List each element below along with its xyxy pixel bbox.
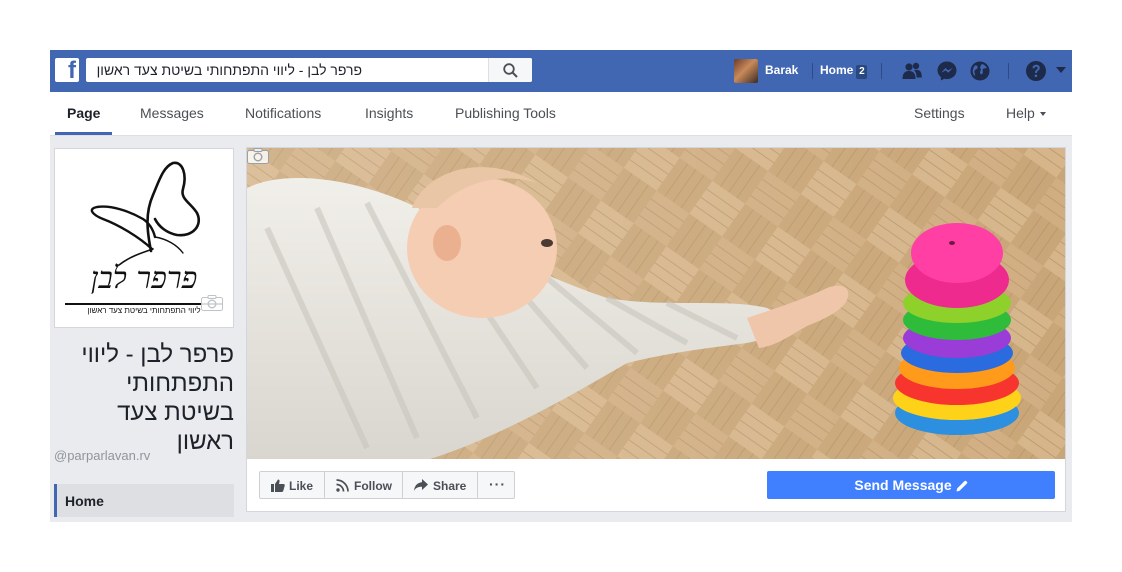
tab-help[interactable]: Help <box>1006 105 1046 121</box>
logo-wordmark: פרפר לבן <box>90 261 198 296</box>
search-icon <box>503 63 518 78</box>
follow-label: Follow <box>354 479 392 493</box>
left-nav-item-label: Home <box>65 493 104 509</box>
user-name[interactable]: Barak <box>765 63 798 77</box>
logo-subtitle: ליווי התפתחותי בשיטת צעד ראשון <box>65 303 223 315</box>
page-admin-tabs: Page Messages Notifications Insights Pub… <box>50 92 1072 136</box>
nav-divider <box>1008 63 1009 79</box>
share-button[interactable]: Share <box>403 472 478 498</box>
home-link[interactable]: Home 2 <box>820 63 868 79</box>
tab-notifications[interactable]: Notifications <box>245 105 321 121</box>
globe-icon[interactable] <box>969 60 991 82</box>
tab-messages[interactable]: Messages <box>140 105 204 121</box>
friends-icon[interactable] <box>901 60 923 82</box>
page-action-bar: Like Follow Share ··· Send Message <box>246 459 1066 512</box>
tab-settings[interactable]: Settings <box>914 105 965 121</box>
share-arrow-icon <box>414 479 428 491</box>
messenger-icon[interactable] <box>936 60 958 82</box>
tab-publishing-tools[interactable]: Publishing Tools <box>455 105 556 121</box>
search-input[interactable] <box>86 58 486 82</box>
like-button[interactable]: Like <box>260 472 325 498</box>
camera-icon[interactable] <box>201 295 223 311</box>
top-navigation-bar: f Barak Home2 <box>50 50 1072 92</box>
cover-photo-image <box>247 148 1065 459</box>
camera-icon[interactable] <box>247 148 269 164</box>
search-bar[interactable] <box>86 58 532 82</box>
nav-divider <box>881 63 882 79</box>
butterfly-logo-icon <box>90 161 200 266</box>
share-label: Share <box>433 479 467 493</box>
help-icon[interactable] <box>1025 60 1047 82</box>
facebook-page-window: f Barak Home2 <box>50 50 1072 522</box>
home-count-badge: 2 <box>856 65 868 79</box>
home-label: Home <box>820 63 854 77</box>
tab-insights[interactable]: Insights <box>365 105 413 121</box>
follow-button[interactable]: Follow <box>325 472 403 498</box>
dropdown-arrow-icon[interactable] <box>1056 67 1066 73</box>
thumbs-up-icon <box>271 479 285 492</box>
more-options-icon: ··· <box>489 476 506 492</box>
send-message-label: Send Message <box>854 477 952 493</box>
page-title: פרפר לבן - ליווי התפתחותי בשיטת צעד ראשו… <box>81 341 234 455</box>
rss-icon <box>336 479 349 492</box>
more-options-button[interactable]: ··· <box>478 472 514 498</box>
nav-divider <box>812 63 813 79</box>
pencil-icon <box>956 481 967 492</box>
tab-help-label: Help <box>1006 105 1035 121</box>
search-button[interactable] <box>488 58 532 82</box>
like-label: Like <box>289 479 314 493</box>
facebook-logo-icon[interactable]: f <box>55 57 79 84</box>
tab-page[interactable]: Page <box>67 105 100 121</box>
profile-logo: פרפר לבן ליווי התפתחותי בשיטת צעד ראשון <box>59 153 229 323</box>
active-tab-indicator <box>55 132 112 135</box>
caret-down-icon <box>1039 112 1046 117</box>
action-button-group: Like Follow Share ··· <box>259 471 515 499</box>
profile-picture[interactable]: פרפר לבן ליווי התפתחותי בשיטת צעד ראשון <box>54 148 234 328</box>
left-nav-item-home[interactable]: Home <box>54 484 234 517</box>
page-username[interactable]: @parparlavan.rv <box>54 448 150 463</box>
cover-photo[interactable] <box>246 147 1066 459</box>
facebook-logo-letter: f <box>68 57 76 84</box>
send-message-button[interactable]: Send Message <box>767 471 1055 499</box>
avatar[interactable] <box>734 59 758 83</box>
